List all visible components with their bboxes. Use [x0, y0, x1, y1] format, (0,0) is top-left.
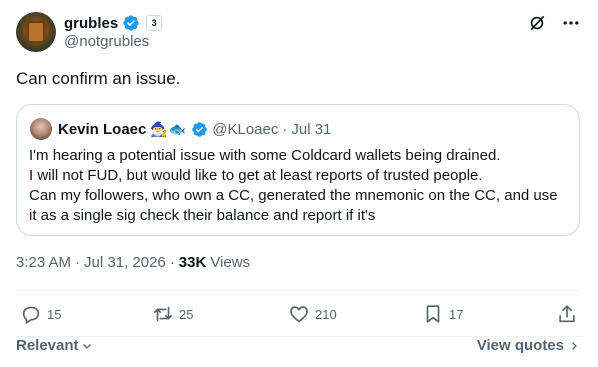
- reply-count: 15: [47, 306, 62, 322]
- divider: [16, 290, 582, 291]
- views-count: 33K: [178, 254, 207, 271]
- more-options-icon[interactable]: [560, 12, 582, 34]
- repost-icon: [153, 306, 173, 322]
- views-label: Views: [210, 254, 251, 271]
- quoted-author-emoji: 🧙‍♂️🐟: [150, 120, 188, 137]
- quoted-line: Can my followers, who own a CC, generate…: [29, 187, 558, 204]
- reply-button[interactable]: 15: [20, 300, 61, 328]
- view-quotes-link[interactable]: View quotes: [477, 337, 580, 354]
- author-display-name[interactable]: grubles: [64, 15, 118, 32]
- chevron-right-icon: [572, 341, 577, 350]
- view-quotes-label: View quotes: [476, 337, 564, 354]
- quoted-verified-badge-icon: [191, 121, 208, 138]
- meta-separator: ·: [169, 254, 175, 271]
- quoted-separator: ·: [282, 120, 288, 138]
- quoted-line: I'm hearing a potential issue with some …: [29, 147, 501, 164]
- quoted-author-name: Kevin Loaec: [58, 120, 147, 138]
- author-name-row: grubles 3: [64, 13, 163, 33]
- bookmark-button[interactable]: 17: [422, 300, 463, 328]
- meta-separator: ·: [75, 254, 81, 271]
- quoted-line: it as a single sig check their balance a…: [29, 207, 376, 224]
- quoted-date: Jul 31: [291, 120, 332, 138]
- reply-icon: [22, 306, 40, 325]
- quoted-line: I will not FUD, but would like to get at…: [29, 167, 483, 184]
- bookmark-icon: [426, 305, 440, 323]
- tweet-text: Can confirm an issue.: [16, 69, 181, 88]
- top-actions: [526, 12, 582, 34]
- like-button[interactable]: 210: [288, 300, 337, 328]
- quoted-tweet-text: I'm hearing a potential issue with some …: [29, 146, 569, 226]
- tweet-meta: 3:23 AM · Jul 31, 2026 · 33K Views: [16, 254, 250, 271]
- quoted-author-handle: @KLoaec: [212, 120, 279, 138]
- share-icon: [559, 305, 575, 323]
- repost-count: 25: [179, 306, 194, 322]
- quoted-tweet-card[interactable]: Kevin Loaec 🧙‍♂️🐟 @KLoaec · Jul 31 I'm h…: [16, 104, 580, 236]
- tweet-date[interactable]: Jul 31, 2026: [84, 254, 166, 271]
- author-handle[interactable]: @notgrubles: [64, 33, 149, 50]
- like-count: 210: [315, 306, 337, 322]
- sort-replies-button[interactable]: Relevant: [16, 337, 93, 354]
- tweet-time[interactable]: 3:23 AM: [16, 254, 71, 271]
- action-bar: 15 25 210 17: [16, 300, 582, 328]
- share-button[interactable]: [556, 300, 578, 328]
- repost-button[interactable]: 25: [152, 300, 193, 328]
- quoted-tweet-header: Kevin Loaec 🧙‍♂️🐟 @KLoaec · Jul 31: [58, 119, 331, 139]
- heart-icon: [290, 306, 308, 323]
- chevron-down-icon: [82, 343, 91, 349]
- avatar-image: [27, 21, 45, 43]
- sort-label: Relevant: [16, 337, 79, 354]
- bookmark-count: 17: [449, 306, 464, 322]
- affiliate-badge-icon[interactable]: 3: [146, 15, 163, 31]
- verified-badge-icon[interactable]: [122, 14, 140, 32]
- author-avatar[interactable]: [16, 12, 56, 52]
- quoted-author-avatar: [30, 118, 52, 140]
- grok-icon[interactable]: [526, 12, 548, 34]
